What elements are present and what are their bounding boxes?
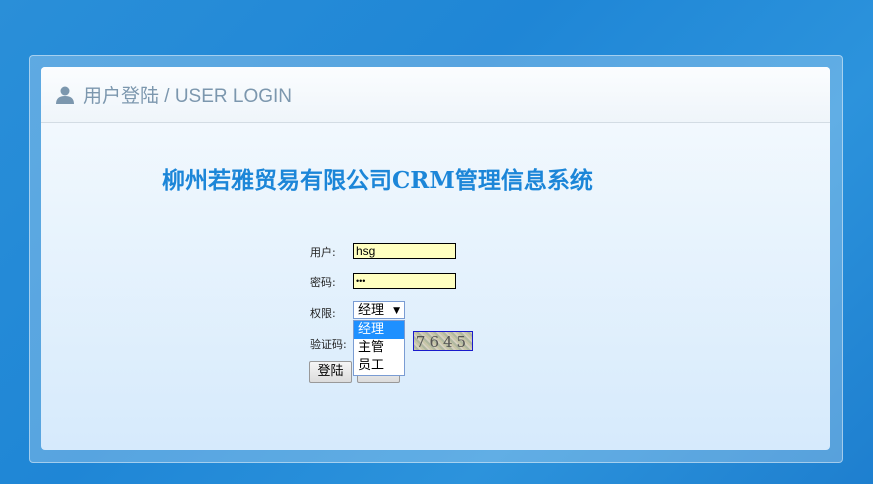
- role-option[interactable]: 员工: [354, 357, 404, 375]
- panel-title: 用户登陆 / USER LOGIN: [83, 86, 293, 107]
- username-input[interactable]: hsg: [353, 243, 456, 259]
- username-label: 用户:: [310, 246, 336, 259]
- panel-header: 用户登陆 / USER LOGIN: [41, 67, 830, 123]
- password-label: 密码:: [310, 276, 336, 289]
- role-selected-value: 经理: [358, 303, 385, 318]
- role-dropdown-list: 经理 主管 员工: [353, 320, 405, 376]
- dropdown-arrow-icon: ▼: [393, 306, 400, 316]
- login-panel: 用户登陆 / USER LOGIN 柳州若雅贸易有限公司CRM管理信息系统 用户…: [41, 67, 830, 450]
- login-button[interactable]: 登陆: [309, 361, 352, 383]
- user-icon: [56, 86, 74, 104]
- role-label: 权限:: [310, 307, 336, 320]
- captcha-image[interactable]: 7645: [413, 331, 473, 351]
- role-option[interactable]: 主管: [354, 339, 404, 357]
- captcha-label: 验证码:: [310, 338, 347, 351]
- password-input[interactable]: •••: [353, 273, 456, 289]
- role-select[interactable]: 经理 ▼: [353, 301, 405, 319]
- system-title: 柳州若雅贸易有限公司CRM管理信息系统: [162, 167, 593, 194]
- role-option[interactable]: 经理: [354, 321, 404, 339]
